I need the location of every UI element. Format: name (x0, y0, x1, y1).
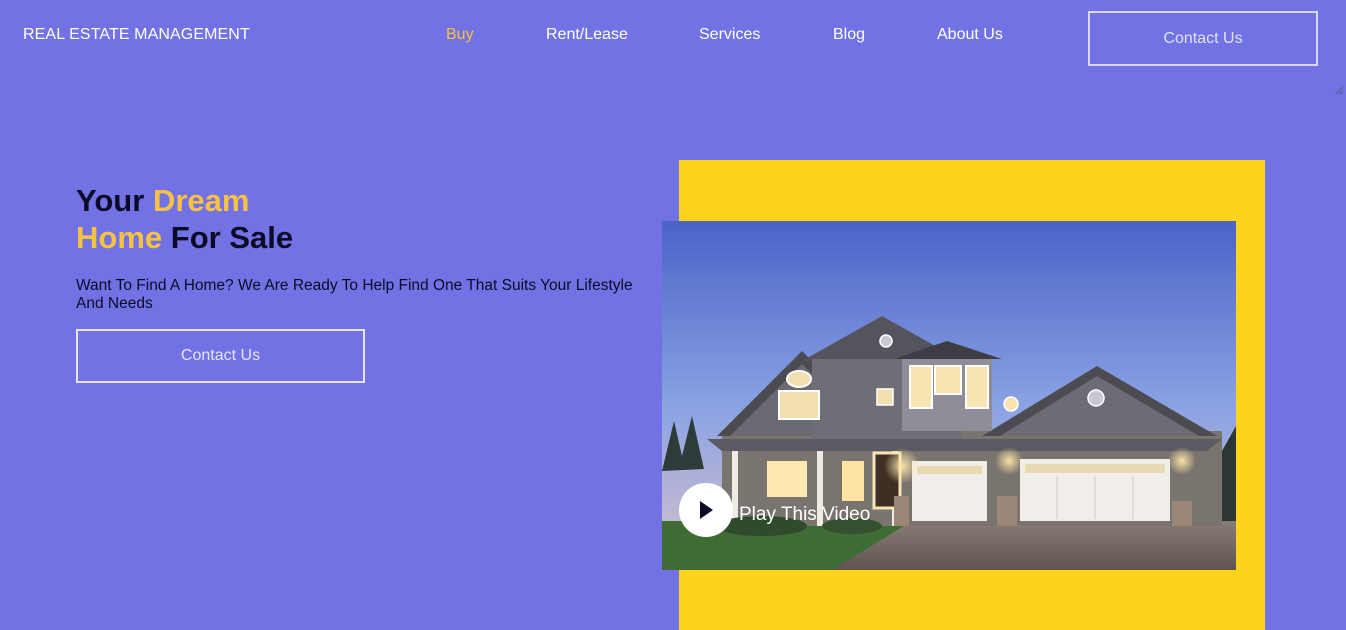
resize-grip-icon[interactable] (1334, 82, 1344, 95)
hero-title-part2: For Sale (162, 220, 294, 255)
nav-item-buy[interactable]: Buy (446, 26, 474, 44)
hero-title-part1: Your (76, 183, 153, 218)
nav-item-rent-lease[interactable]: Rent/Lease (546, 26, 628, 44)
nav-item-about-us[interactable]: About Us (937, 26, 1003, 44)
play-icon (700, 501, 713, 519)
play-button[interactable] (679, 483, 733, 537)
nav-item-blog[interactable]: Blog (833, 26, 865, 44)
play-video-label[interactable]: Play This Video (739, 504, 870, 526)
hero-contact-button[interactable]: Contact Us (76, 329, 365, 383)
hero-title-highlight-home: Home (76, 220, 163, 255)
hero-subtitle: Want To Find A Home? We Are Ready To Hel… (76, 277, 633, 312)
nav-item-services[interactable]: Services (699, 26, 760, 44)
hero-title: Your Dream Home For Sale (76, 182, 293, 256)
header-contact-button[interactable]: Contact Us (1088, 11, 1318, 66)
hero-title-highlight-dream: Dream (152, 183, 250, 218)
